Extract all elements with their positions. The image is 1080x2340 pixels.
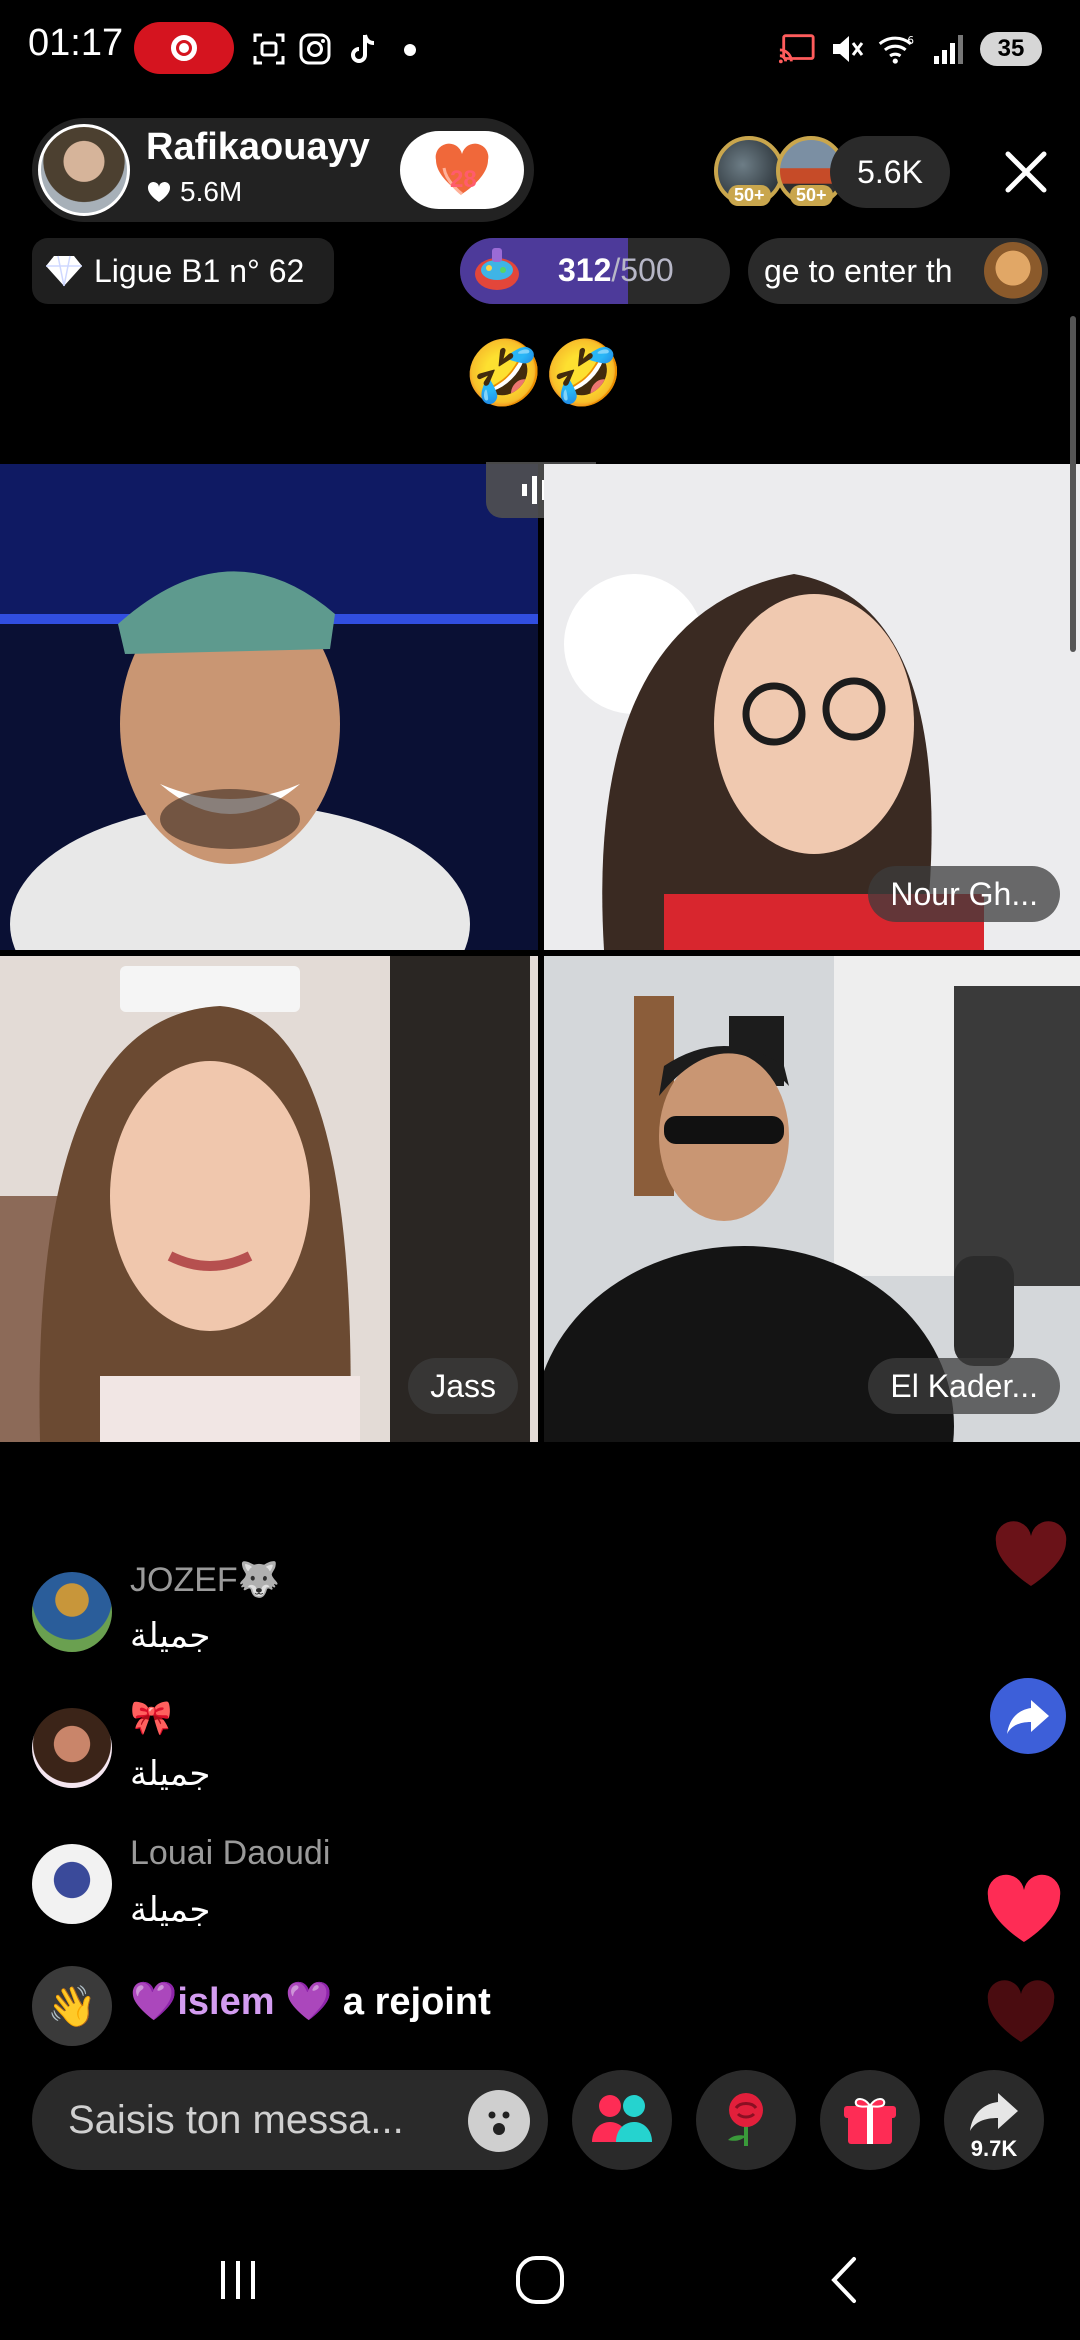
viewer-count[interactable]: 5.6K [830,136,950,208]
close-icon[interactable] [996,142,1056,202]
back-icon[interactable] [804,2240,884,2320]
participant-video-3[interactable]: Jass [0,956,538,1442]
floating-emoji-reaction: 🤣🤣 [464,337,624,409]
goal-progress[interactable]: 312/500 [460,238,730,304]
host-likes-count: 5.6M [180,176,243,207]
chat-username[interactable]: 🎀 [130,1698,172,1738]
goal-total: /500 [611,252,674,288]
battery-indicator: 35 [980,32,1042,66]
host-avatar[interactable] [38,124,130,216]
chat-avatar[interactable] [32,1572,112,1652]
participant-video-frame [0,464,538,950]
join-text: a rejoint [332,1981,491,2023]
participant-name-label: El Kader... [868,1358,1060,1414]
floating-heart-icon [984,1980,1058,2051]
chat-avatar[interactable] [32,1844,112,1924]
viewer-rank-badge: 50+ [790,185,833,206]
cat-avatar-icon [984,242,1042,300]
notification-dot-icon [404,44,416,56]
chat-username[interactable]: Louai Daoudi [130,1834,330,1873]
fan-heart-icon: 28 [432,142,492,198]
ticker-text: ge to enter th [764,252,953,289]
goal-current: 312 [558,252,612,288]
status-time: 01:17 [28,22,124,64]
diamond-icon [46,255,82,287]
share-icon [970,2093,1018,2131]
wifi-icon: 6 [878,30,916,68]
goal-gift-icon [470,244,524,298]
scrollbar[interactable] [1070,316,1076,652]
share-float-button[interactable] [990,1678,1066,1754]
rose-icon [728,2093,763,2146]
floating-heart-icon [984,1874,1064,1951]
chat-username[interactable]: JOZEF🐺 [130,1560,280,1600]
participant-video-4[interactable]: El Kader... [544,956,1080,1442]
announcement-ticker[interactable]: ge to enter th [748,238,1048,304]
rose-gift-button[interactable] [696,2070,796,2170]
share-arrow-icon [1007,1700,1049,1734]
fan-badge-count: 28 [450,166,477,193]
emoji-icon[interactable] [468,2090,530,2152]
league-badge[interactable]: Ligue B1 n° 62 [32,238,334,304]
mute-icon [828,30,866,68]
goal-progress-text: 312/500 [558,252,674,289]
share-count: 9.7K [970,2136,1018,2161]
viewer-rank-badge: 50+ [728,185,771,206]
chat-message: جميلة [130,1616,211,1656]
league-label: Ligue B1 n° 62 [94,252,305,289]
signal-icon [930,30,968,68]
join-notification: 💜islem 💜 a rejoint [130,1980,491,2024]
gift-icon [844,2098,896,2144]
instagram-icon [296,30,334,68]
chat-message: جميلة [130,1754,211,1794]
share-button[interactable]: 9.7K [944,2070,1044,2170]
guests-icon [592,2095,652,2142]
participant-video-2[interactable]: Nour Gh... [544,464,1080,950]
tiktok-icon [344,30,382,68]
svg-text:6: 6 [907,35,914,47]
host-name[interactable]: Rafikaouayy [146,126,386,169]
chat-avatar[interactable] [32,1708,112,1788]
heart-icon [147,181,171,202]
fan-club-button[interactable]: 28 [400,131,524,209]
participant-name-label: Jass [408,1358,518,1414]
participant-video-host[interactable] [0,464,538,950]
participant-name-label: Nour Gh... [868,866,1060,922]
chat-message: جميلة [130,1890,211,1930]
gift-button[interactable] [820,2070,920,2170]
screenshot-icon [250,30,288,68]
floating-heart-icon [992,1520,1070,1595]
screen-record-indicator[interactable] [134,22,234,74]
wave-hand-icon: 👋 [32,1966,112,2046]
record-icon [171,35,197,61]
host-likes: 5.6M [146,176,242,208]
recent-apps-icon[interactable] [198,2240,278,2320]
top-viewer-avatar[interactable]: 50+ [714,136,784,206]
home-icon[interactable] [500,2240,580,2320]
joined-username[interactable]: 💜islem 💜 [130,1981,332,2023]
cast-icon [778,30,816,68]
guests-button[interactable] [572,2070,672,2170]
